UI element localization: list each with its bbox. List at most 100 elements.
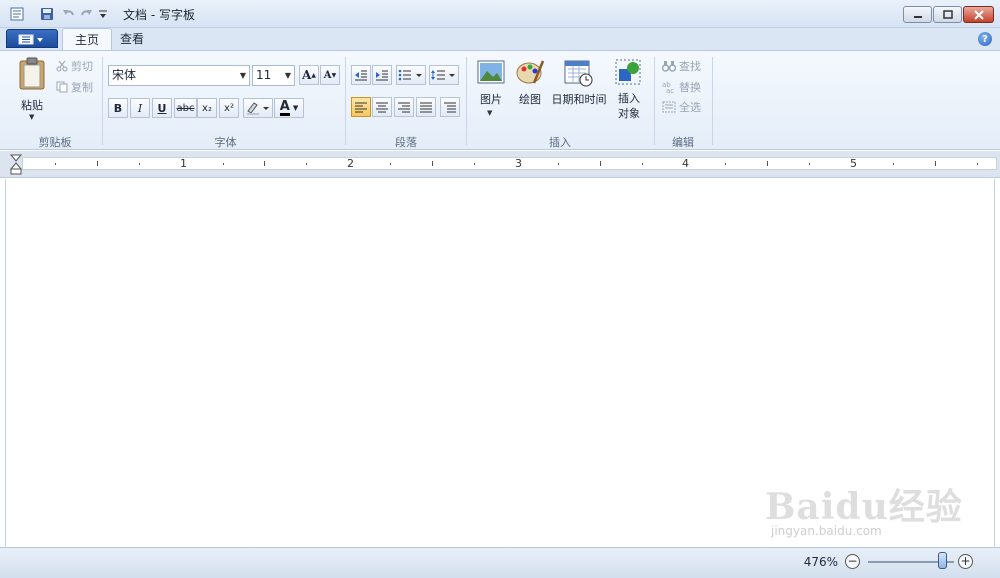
copy-button[interactable]: 复制 bbox=[56, 79, 93, 95]
customize-qat-icon[interactable] bbox=[97, 5, 109, 22]
group-separator bbox=[712, 57, 713, 145]
find-button[interactable]: 查找 bbox=[662, 58, 701, 74]
cut-button[interactable]: 剪切 bbox=[56, 58, 93, 74]
font-family-select[interactable]: 宋体 ▼ bbox=[108, 65, 250, 86]
strikethrough-button[interactable]: abc bbox=[174, 98, 197, 118]
decrease-indent-icon bbox=[355, 70, 367, 81]
application-menu-button[interactable] bbox=[6, 29, 58, 48]
zoom-slider-thumb[interactable] bbox=[937, 552, 947, 569]
bold-button[interactable]: B bbox=[108, 98, 128, 118]
align-center-icon bbox=[376, 102, 388, 112]
ruler-tick bbox=[390, 163, 392, 165]
bullet-list-button[interactable] bbox=[396, 65, 426, 85]
binoculars-icon bbox=[662, 61, 676, 72]
ruler-number: 4 bbox=[682, 157, 689, 170]
help-icon[interactable]: ? bbox=[978, 32, 992, 46]
line-spacing-button[interactable] bbox=[429, 65, 459, 85]
insert-datetime-button[interactable]: 日期和时间 bbox=[550, 59, 608, 119]
ruler-tick bbox=[725, 163, 727, 165]
ruler-tick bbox=[641, 163, 643, 165]
group-separator bbox=[345, 57, 346, 145]
find-label: 查找 bbox=[679, 60, 701, 73]
ruler-number: 5 bbox=[850, 157, 857, 170]
ruler-tick bbox=[264, 161, 266, 166]
ruler-tick bbox=[557, 163, 559, 165]
ruler-tick bbox=[473, 163, 475, 165]
clipboard-group-label: 剪贴板 bbox=[38, 136, 72, 149]
superscript-button[interactable]: x² bbox=[219, 98, 239, 118]
minimize-button[interactable] bbox=[903, 6, 932, 23]
font-color-button[interactable]: A ▼ bbox=[274, 98, 304, 118]
highlight-color-button[interactable] bbox=[243, 98, 273, 118]
replace-icon: abac bbox=[662, 81, 674, 93]
svg-text:ac: ac bbox=[666, 87, 674, 93]
edit-group-label: 编辑 bbox=[672, 136, 694, 149]
maximize-button[interactable] bbox=[933, 6, 962, 23]
group-separator bbox=[654, 57, 655, 145]
ruler-tick bbox=[138, 163, 140, 165]
object-label-line1: 插入 bbox=[618, 92, 640, 105]
increase-indent-button[interactable] bbox=[372, 65, 392, 85]
tab-home[interactable]: 主页 bbox=[62, 28, 113, 50]
subscript-button[interactable]: x₂ bbox=[197, 98, 217, 118]
chevron-down-icon: ▼ bbox=[284, 71, 291, 80]
align-right-button[interactable] bbox=[394, 97, 414, 117]
datetime-label: 日期和时间 bbox=[551, 93, 607, 106]
paragraph-icon bbox=[444, 102, 456, 112]
baidu-watermark: Baidu经验 jingyan.baidu.com bbox=[765, 478, 963, 538]
title-bar: 文档 - 写字板 bbox=[0, 0, 1000, 28]
calendar-clock-icon bbox=[564, 60, 593, 87]
undo-icon[interactable] bbox=[59, 5, 76, 22]
ruler-tick bbox=[767, 161, 769, 166]
close-button[interactable] bbox=[963, 6, 994, 23]
insert-object-button[interactable]: 插入 对象 bbox=[612, 59, 646, 129]
paste-dropdown-arrow-icon: ▼ bbox=[29, 113, 35, 121]
select-all-icon bbox=[662, 101, 676, 113]
palette-icon bbox=[516, 60, 544, 84]
font-size-select[interactable]: 11 ▼ bbox=[252, 65, 295, 86]
status-bar: 476% − + bbox=[0, 547, 1000, 578]
paste-button[interactable]: 粘贴 ▼ bbox=[12, 57, 52, 121]
shrink-font-icon: A bbox=[323, 69, 332, 81]
zoom-out-button[interactable]: − bbox=[845, 554, 860, 569]
ruler: 1 2 3 4 5 bbox=[0, 151, 1000, 178]
select-all-button[interactable]: 全选 bbox=[662, 99, 701, 115]
align-left-button[interactable] bbox=[351, 97, 371, 117]
font-color-icon: A bbox=[279, 98, 290, 116]
justify-button[interactable] bbox=[416, 97, 436, 117]
zoom-in-button[interactable]: + bbox=[958, 554, 973, 569]
paint-label: 绘图 bbox=[519, 93, 541, 106]
grow-font-button[interactable]: A ▲ bbox=[299, 65, 319, 85]
decrease-indent-button[interactable] bbox=[351, 65, 371, 85]
indent-marker-icon[interactable] bbox=[10, 154, 22, 176]
paste-label: 粘贴 bbox=[21, 99, 43, 112]
ribbon: 粘贴 ▼ 剪切 复制 剪贴板 宋体 ▼ 11 ▼ A ▲ A ▼ B I U abc… bbox=[0, 50, 1000, 150]
insert-picture-button[interactable]: 图片 ▼ bbox=[474, 59, 508, 129]
wordpad-app-icon[interactable] bbox=[8, 5, 25, 22]
tab-view[interactable]: 查看 bbox=[108, 28, 156, 50]
font-group-label: 字体 bbox=[214, 136, 237, 149]
ruler-number: 3 bbox=[515, 157, 522, 170]
copy-icon bbox=[56, 81, 68, 93]
underline-button[interactable]: U bbox=[152, 98, 172, 118]
font-family-value: 宋体 bbox=[112, 68, 137, 82]
replace-button[interactable]: ab ac 替换 bbox=[662, 79, 701, 95]
align-left-icon bbox=[355, 102, 367, 112]
font-size-value: 11 bbox=[256, 68, 272, 82]
shrink-font-button[interactable]: A ▼ bbox=[320, 65, 340, 85]
object-icon bbox=[615, 59, 641, 85]
save-icon[interactable] bbox=[38, 5, 55, 22]
ruler-number: 1 bbox=[180, 157, 187, 170]
chevron-down-icon: ▼ bbox=[487, 109, 493, 117]
align-center-button[interactable] bbox=[372, 97, 392, 117]
scissors-icon bbox=[56, 60, 68, 72]
paste-icon bbox=[19, 57, 45, 90]
align-justify-icon bbox=[420, 102, 432, 112]
paint-drawing-button[interactable]: 绘图 bbox=[513, 59, 547, 119]
italic-button[interactable]: I bbox=[130, 98, 150, 118]
paragraph-settings-button[interactable] bbox=[440, 97, 460, 117]
cut-label: 剪切 bbox=[71, 60, 93, 73]
group-separator bbox=[466, 57, 467, 145]
ruler-tick bbox=[96, 161, 98, 166]
redo-icon[interactable] bbox=[78, 5, 95, 22]
